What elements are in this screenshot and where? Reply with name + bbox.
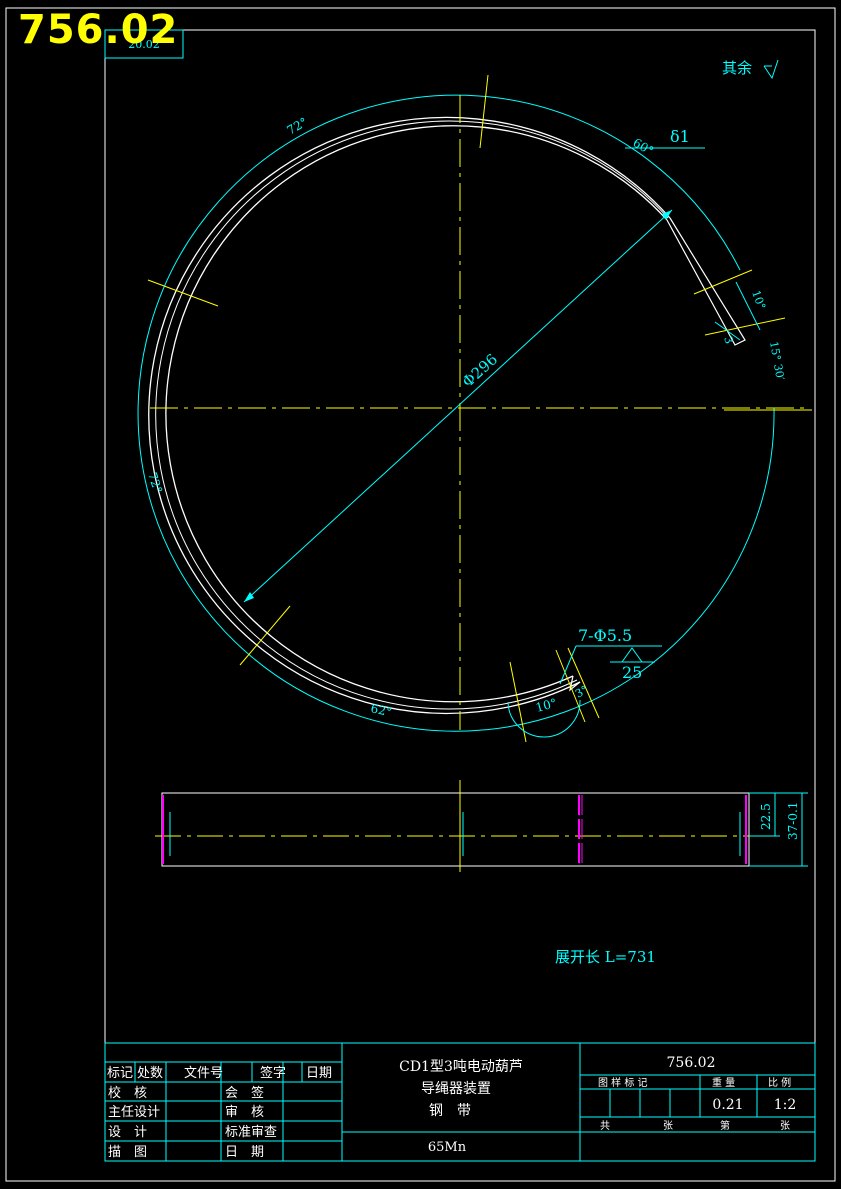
- product-line1: CD1型3吨电动葫芦: [399, 1059, 523, 1075]
- diameter-line: [243, 209, 673, 603]
- holes-triangle: [621, 647, 643, 663]
- dim-3-right: 3: [721, 335, 736, 346]
- hole-mark-right-2: [704, 317, 786, 336]
- label-date: 日期: [306, 1066, 332, 1081]
- label-sample-mark: 图 样 标 记: [598, 1076, 648, 1089]
- label-trace: 描 图: [108, 1145, 147, 1160]
- roughness-icon: [763, 59, 779, 80]
- scale-value: 1:2: [774, 1097, 797, 1113]
- strip-view: 22.5 37-0.1: [155, 780, 808, 872]
- label-sheet: 张: [663, 1120, 673, 1132]
- label-weight: 重 量: [712, 1076, 735, 1089]
- ring-inner-edge: [165, 125, 668, 703]
- hole-mark-right-1: [693, 269, 753, 295]
- dim-diameter: Φ296: [459, 350, 501, 391]
- material: 65Mn: [428, 1140, 467, 1155]
- outer-border: [5, 7, 836, 1182]
- label-mark: 标记: [107, 1066, 133, 1081]
- label-total: 共: [600, 1120, 610, 1132]
- label-review: 审 核: [225, 1105, 264, 1120]
- dim-angle-60: 60°: [631, 135, 656, 158]
- title-drawing-no: 756.02: [667, 1055, 716, 1071]
- dim-holes-sub: 25: [622, 663, 642, 682]
- ring-mid-edge: [155, 120, 669, 710]
- label-page: 第: [720, 1119, 730, 1132]
- ring-view: 72° 60° δ1 10° 3 15° 30′ Φ296 72° 62° 10…: [137, 74, 812, 743]
- dim-angle-10-right: 10°: [749, 289, 768, 312]
- outer-dimension-arc: [137, 94, 775, 732]
- label-signature: 签字: [260, 1065, 286, 1081]
- dim-width-outer: 37-0.1: [786, 802, 800, 840]
- label-scale: 比 例: [768, 1076, 791, 1089]
- drawing-number-title: 756.02: [18, 7, 179, 53]
- drawing-sheet: 20.02 其余 72° 60° δ1 10° 3 15° 30′ Φ296 7…: [5, 7, 836, 1182]
- label-std-review: 标准审查: [225, 1125, 277, 1140]
- ring-outer-edge: [148, 116, 671, 715]
- label-date2: 日 期: [225, 1145, 264, 1160]
- label-file-no: 文件号: [184, 1066, 223, 1081]
- product-line2: 导绳器装置: [421, 1081, 491, 1097]
- label-design: 设 计: [108, 1125, 147, 1140]
- strip-outline: [161, 792, 750, 867]
- label-check: 校 核: [108, 1085, 147, 1101]
- label-sheet2: 张: [780, 1120, 790, 1132]
- ring-end-right: [666, 217, 746, 346]
- title-block-labels: 标记 处数 文件号 签字 日期 校 核 会 签 主任设计 审 核 设 计 标准审…: [107, 1055, 796, 1160]
- unfolded-length-note: 展开长 L=731: [555, 948, 656, 966]
- part-name: 钢 带: [429, 1103, 471, 1119]
- hole-mark-top: [479, 74, 489, 149]
- diameter-arrow-bottom: [244, 592, 254, 602]
- surface-note: 其余: [722, 59, 752, 77]
- dim-angle-15-30: 15° 30′: [767, 340, 787, 382]
- dim-thickness: δ1: [670, 127, 690, 146]
- label-chief-design: 主任设计: [108, 1105, 160, 1120]
- label-countersign: 会 签: [225, 1085, 264, 1101]
- label-location: 处数: [137, 1066, 163, 1081]
- weight-value: 0.21: [712, 1097, 743, 1113]
- dim-holes: 7-Φ5.5: [578, 626, 632, 645]
- dim-width-inner: 22.5: [759, 803, 773, 830]
- dim-angle-72-top: 72°: [285, 115, 310, 138]
- dim-angle-62: 62°: [369, 701, 393, 719]
